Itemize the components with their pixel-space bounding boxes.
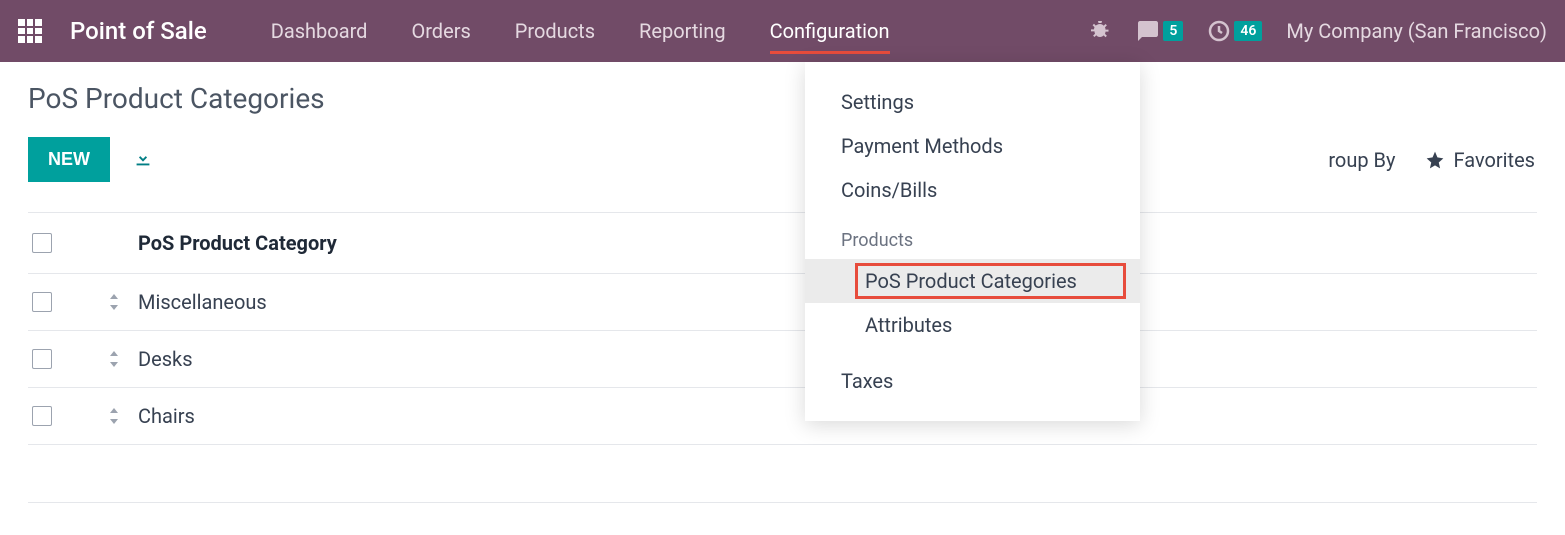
toolbar: NEW — [28, 137, 1537, 182]
row-checkbox[interactable] — [32, 349, 52, 369]
dropdown-payment-methods[interactable]: Payment Methods — [805, 124, 1140, 168]
nav-reporting[interactable]: Reporting — [617, 0, 748, 62]
dropdown-section-products: Products — [805, 212, 1140, 259]
apps-icon[interactable] — [18, 19, 42, 43]
categories-table: PoS Product Category Miscellaneous Desks… — [28, 212, 1537, 503]
table-row[interactable]: Miscellaneous — [28, 274, 1537, 331]
nav-right: 5 46 My Company (San Francisco) — [1088, 19, 1547, 43]
star-icon — [1425, 150, 1445, 170]
dropdown-coins-bills[interactable]: Coins/Bills — [805, 168, 1140, 212]
table-footer — [28, 445, 1537, 503]
nav-dashboard[interactable]: Dashboard — [249, 0, 390, 62]
app-title[interactable]: Point of Sale — [70, 17, 207, 45]
favorites-link[interactable]: Favorites — [1425, 148, 1535, 172]
company-selector[interactable]: My Company (San Francisco) — [1286, 19, 1547, 43]
messages-badge: 5 — [1163, 21, 1183, 41]
download-icon[interactable] — [132, 147, 154, 173]
page-title: PoS Product Categories — [28, 82, 1537, 115]
sort-handle-icon[interactable] — [108, 294, 138, 310]
page-content: PoS Product Categories NEW roup By Favor… — [0, 62, 1565, 523]
dropdown-taxes[interactable]: Taxes — [805, 359, 1140, 403]
nav-configuration[interactable]: Configuration — [748, 0, 912, 62]
bug-icon[interactable] — [1088, 19, 1112, 43]
configuration-dropdown: Settings Payment Methods Coins/Bills Pro… — [805, 62, 1140, 421]
nav-menu: Dashboard Orders Products Reporting Conf… — [249, 0, 912, 62]
sort-handle-icon[interactable] — [108, 351, 138, 367]
row-checkbox[interactable] — [32, 292, 52, 312]
nav-orders[interactable]: Orders — [389, 0, 492, 62]
activities-icon[interactable]: 46 — [1207, 19, 1262, 43]
group-by-link[interactable]: roup By — [1328, 148, 1395, 172]
sort-handle-icon[interactable] — [108, 408, 138, 424]
dropdown-pos-product-categories[interactable]: PoS Product Categories — [805, 259, 1140, 303]
nav-products[interactable]: Products — [493, 0, 617, 62]
dropdown-attributes[interactable]: Attributes — [805, 303, 1140, 347]
messages-icon[interactable]: 5 — [1136, 19, 1183, 43]
right-toolbar: roup By Favorites — [1328, 148, 1535, 172]
table-header: PoS Product Category — [28, 213, 1537, 274]
table-row[interactable]: Chairs — [28, 388, 1537, 445]
dropdown-settings[interactable]: Settings — [805, 80, 1140, 124]
main-navbar: Point of Sale Dashboard Orders Products … — [0, 0, 1565, 62]
activities-badge: 46 — [1234, 21, 1262, 41]
select-all-checkbox[interactable] — [32, 233, 52, 253]
new-button[interactable]: NEW — [28, 137, 110, 182]
table-row[interactable]: Desks — [28, 331, 1537, 388]
row-checkbox[interactable] — [32, 406, 52, 426]
